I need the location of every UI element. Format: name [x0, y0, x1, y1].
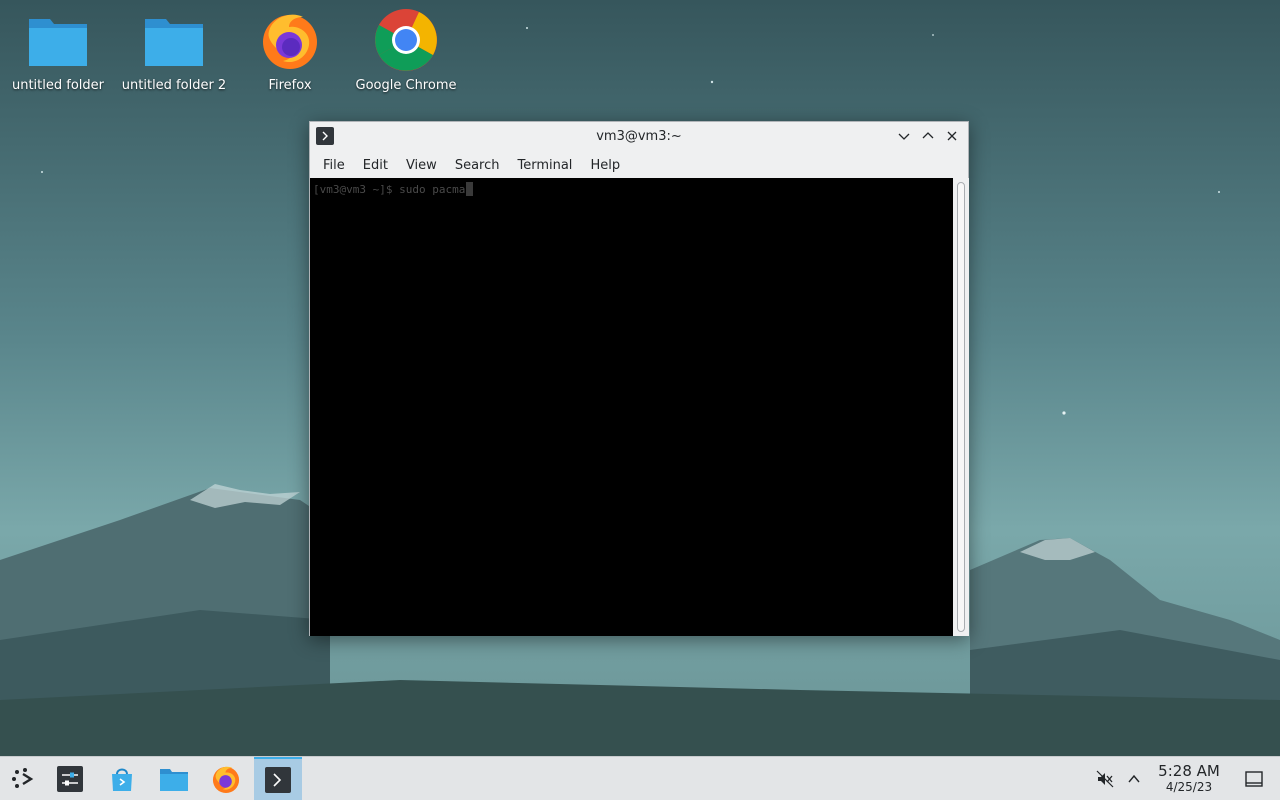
settings-icon [57, 766, 83, 792]
digital-clock[interactable]: 5:28 AM 4/25/23 [1150, 762, 1228, 795]
chevron-up-icon [922, 132, 934, 139]
terminal-line: [vm3@vm3 ~]$ sudo pacma [313, 182, 950, 196]
folder-icon [160, 769, 188, 791]
desktop-icon-label: untitled folder 2 [121, 78, 227, 93]
menu-bar: File Edit View Search Terminal Help [310, 152, 968, 178]
volume-muted-button[interactable] [1092, 757, 1118, 800]
menu-search[interactable]: Search [446, 153, 509, 177]
scrollbar[interactable] [953, 178, 969, 636]
taskbar-discover[interactable] [98, 757, 146, 800]
close-button[interactable] [942, 126, 962, 146]
desktop-icon-label: Google Chrome [355, 78, 457, 93]
desktop[interactable]: untitled folder untitled folder 2 Firefo… [0, 0, 1280, 756]
chrome-icon [374, 8, 438, 72]
taskbar-konsole[interactable] [254, 757, 302, 800]
firefox-icon [258, 8, 322, 72]
terminal-window[interactable]: vm3@vm3:~ File Edit View Search Terminal… [309, 121, 969, 636]
volume-muted-icon [1096, 770, 1114, 788]
firefox-icon [212, 766, 240, 794]
chevron-up-icon [1128, 774, 1140, 783]
taskbar-firefox[interactable] [202, 757, 250, 800]
desktop-icon-label: untitled folder [11, 78, 104, 93]
app-launcher-icon [12, 768, 34, 788]
menu-terminal[interactable]: Terminal [508, 153, 581, 177]
show-desktop-button[interactable] [1240, 757, 1268, 800]
clock-date: 4/25/23 [1165, 780, 1213, 794]
minimize-button[interactable] [894, 126, 914, 146]
system-tray-expand-button[interactable] [1122, 757, 1146, 800]
app-launcher-button[interactable] [0, 757, 48, 800]
desktop-icon-untitled-folder-2[interactable]: untitled folder 2 [118, 8, 230, 98]
window-controls [894, 126, 962, 146]
terminal-icon [265, 767, 291, 793]
maximize-button[interactable] [918, 126, 938, 146]
menu-view[interactable]: View [397, 153, 446, 177]
clock-time: 5:28 AM [1158, 762, 1220, 780]
text-cursor [466, 182, 474, 196]
taskbar-system-settings[interactable] [46, 757, 94, 800]
folder-icon [142, 8, 206, 72]
terminal-icon[interactable] [316, 127, 334, 145]
taskbar: 5:28 AM 4/25/23 [0, 756, 1280, 800]
menu-help[interactable]: Help [581, 153, 629, 177]
menu-edit[interactable]: Edit [354, 153, 397, 177]
show-desktop-icon [1245, 771, 1263, 787]
desktop-icon-label: Firefox [268, 78, 312, 93]
shell-prompt: [vm3@vm3 ~]$ [313, 182, 400, 196]
window-title: vm3@vm3:~ [596, 128, 682, 144]
store-icon [112, 768, 132, 791]
chevron-down-icon [898, 133, 910, 140]
menu-file[interactable]: File [314, 153, 354, 177]
terminal-output[interactable]: [vm3@vm3 ~]$ sudo pacma [310, 178, 953, 636]
desktop-icon-untitled-folder[interactable]: untitled folder [2, 8, 114, 98]
desktop-icon-google-chrome[interactable]: Google Chrome [350, 8, 462, 98]
desktop-icon-firefox[interactable]: Firefox [234, 8, 346, 98]
close-icon [947, 131, 957, 141]
folder-icon [26, 8, 90, 72]
title-bar[interactable]: vm3@vm3:~ [310, 122, 968, 150]
typed-command: sudo pacma [399, 182, 466, 196]
taskbar-file-manager[interactable] [150, 757, 198, 800]
scrollbar-thumb[interactable] [957, 182, 965, 632]
